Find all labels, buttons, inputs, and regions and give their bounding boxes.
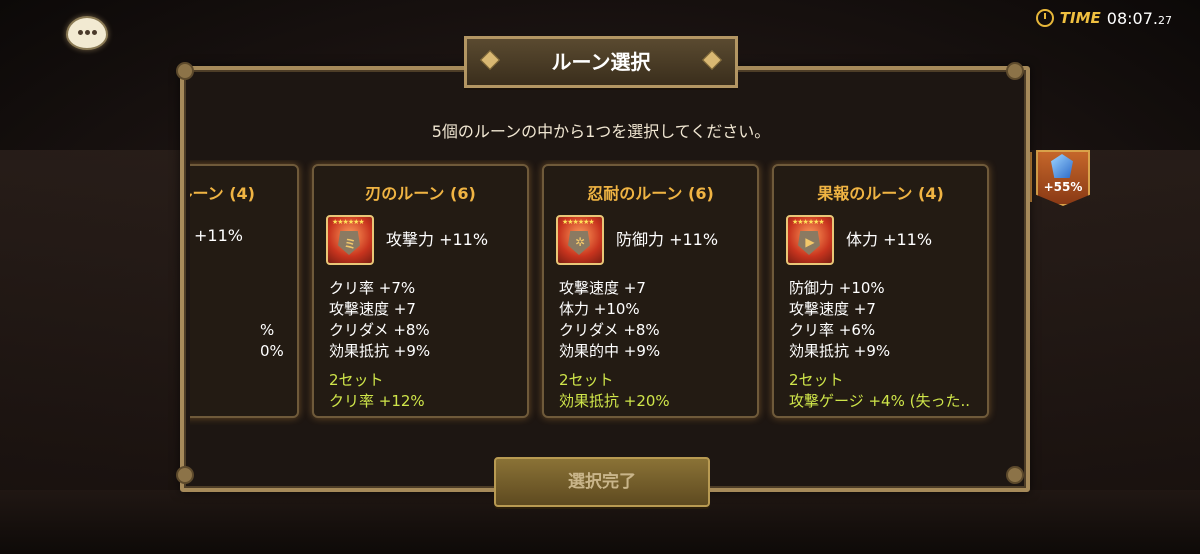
rune-substats: クリ率 +7% 攻撃速度 +7 クリダメ +8% 効果抵抗 +9% xyxy=(329,278,430,362)
rune-substat: 0% xyxy=(260,342,284,360)
rune-card-title: 忍耐のルーン (6) xyxy=(587,184,714,203)
rune-main-stat: 体力 +11% xyxy=(846,230,933,249)
rune-substat: 効果抵抗 +9% xyxy=(329,342,431,360)
buff-badge[interactable]: +55% xyxy=(1036,150,1090,206)
rune-substat: クリダメ +8% xyxy=(559,321,660,339)
rune-substat: 攻撃速度 +7 xyxy=(789,300,876,318)
rune-set-effect: 効果抵抗 +20% xyxy=(559,392,670,410)
corner-rivet-icon xyxy=(1006,466,1024,484)
rune-substat: 防御力 +10% xyxy=(789,279,885,297)
rune-glyph: ▶ xyxy=(805,235,815,249)
rune-card[interactable]: 刃のルーン (6) ★★★★★★ ミ 攻撃力 +11% クリ率 +7% 攻撃速度… xyxy=(312,164,529,418)
dialog-instruction: 5個のルーンの中から1つを選択してください。 xyxy=(431,122,771,141)
rune-card[interactable]: 果報のルーン (4) ★★★★★★ ▶ 体力 +11% 防御力 +10% 攻撃速… xyxy=(772,164,989,418)
rune-card-title: ルーン (4) xyxy=(190,184,255,203)
rune-substat: 効果的中 +9% xyxy=(559,342,661,360)
blue-gem-icon xyxy=(1051,154,1073,178)
rune-stars: ★★★★★★ xyxy=(792,218,825,226)
blade-rune-icon: ★★★★★★ ミ xyxy=(326,215,374,265)
rune-substat: クリ率 +6% xyxy=(789,321,876,339)
chat-dot-icon xyxy=(78,30,83,35)
rune-substat: 攻撃速度 +7 xyxy=(329,300,416,318)
alarm-clock-icon xyxy=(1035,9,1054,27)
rune-set-title: 2セット xyxy=(329,371,384,389)
rune-set-effect: クリ率 +12% xyxy=(329,392,425,410)
time-centiseconds: 27 xyxy=(1158,13,1172,27)
rune-substat: 効果抵抗 +9% xyxy=(789,342,891,360)
buff-percent: +55% xyxy=(1043,180,1083,194)
rune-substat: 体力 +10% xyxy=(559,300,640,318)
chat-dot-icon xyxy=(85,30,90,35)
corner-rivet-icon xyxy=(176,466,194,484)
time-value: 08:07.27 xyxy=(1107,9,1172,28)
rune-substat xyxy=(260,278,284,299)
dialog-title-plate: ルーン選択 xyxy=(464,36,738,88)
rune-glyph: ✲ xyxy=(574,235,586,249)
rune-substats: % 0% xyxy=(260,278,284,362)
rune-set-title: 2セット xyxy=(559,371,614,389)
battle-timer: TIME 08:07.27 xyxy=(1035,8,1172,28)
rune-main-stat: 攻撃力 +11% xyxy=(386,230,489,249)
time-main: 08:07. xyxy=(1106,8,1158,28)
rune-substat: % xyxy=(260,321,275,339)
chat-dot-icon xyxy=(92,30,97,35)
rune-card-title: 果報のルーン (4) xyxy=(817,184,944,203)
rune-card-carousel[interactable]: ルーン (4) +11% % 0% 刃のルーン (6) ★★★★★★ ミ 攻撃力… xyxy=(190,160,1000,425)
rune-card[interactable]: 忍耐のルーン (6) ★★★★★★ ✲ 防御力 +11% 攻撃速度 +7 体力 … xyxy=(542,164,759,418)
rune-main-stat: 防御力 +11% xyxy=(616,230,719,249)
rune-stars: ★★★★★★ xyxy=(332,218,365,226)
time-label: TIME xyxy=(1059,9,1101,27)
corner-rivet-icon xyxy=(1006,62,1024,80)
endure-rune-icon: ★★★★★★ ✲ xyxy=(556,215,604,265)
retribution-rune-icon: ★★★★★★ ▶ xyxy=(786,215,834,265)
rune-card-title: 刃のルーン (6) xyxy=(365,184,476,203)
rune-set-effect: 攻撃ゲージ +4% (失った.. xyxy=(789,392,970,410)
rune-substats: 防御力 +10% 攻撃速度 +7 クリ率 +6% 効果抵抗 +9% xyxy=(789,278,890,362)
rune-substat: 攻撃速度 +7 xyxy=(559,279,646,297)
rune-glyph: ミ xyxy=(343,237,356,251)
dialog-title: ルーン選択 xyxy=(551,50,651,74)
confirm-selection-button[interactable]: 選択完了 xyxy=(494,457,710,507)
rune-main-stat: +11% xyxy=(194,226,243,245)
rune-stars: ★★★★★★ xyxy=(562,218,595,226)
rune-substats: 攻撃速度 +7 体力 +10% クリダメ +8% 効果的中 +9% xyxy=(559,278,660,362)
rune-substat: クリ率 +7% xyxy=(329,279,416,297)
corner-rivet-icon xyxy=(176,62,194,80)
rune-card[interactable]: ルーン (4) +11% % 0% xyxy=(190,164,299,418)
rune-set-title: 2セット xyxy=(789,371,844,389)
chat-button[interactable] xyxy=(66,16,108,50)
rune-substat xyxy=(260,299,284,320)
rune-substat: クリダメ +8% xyxy=(329,321,430,339)
